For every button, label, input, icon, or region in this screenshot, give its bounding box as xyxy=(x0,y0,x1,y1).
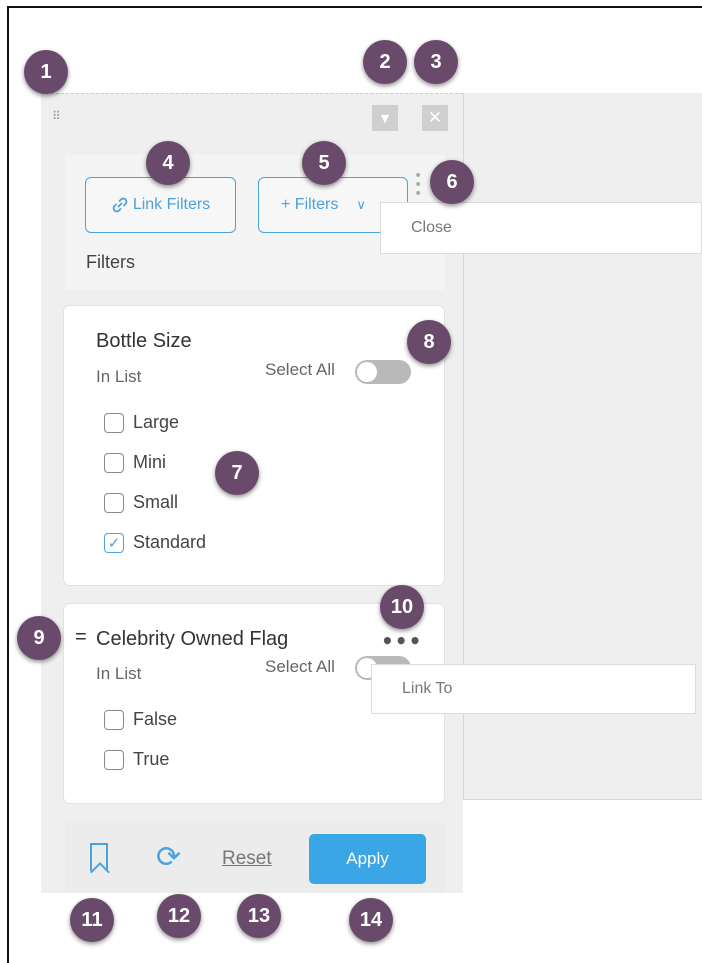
link-to-label: Link To xyxy=(402,680,453,697)
checkbox[interactable] xyxy=(104,412,124,433)
filter-title: Bottle Size xyxy=(96,330,192,352)
callout-badge: 13 xyxy=(237,894,281,938)
checkbox-label: Standard xyxy=(133,532,207,552)
select-all-label: Select All xyxy=(265,657,335,676)
callout-badge: 14 xyxy=(349,898,393,942)
link-icon xyxy=(112,197,128,213)
filter-title: Celebrity Owned Flag xyxy=(96,628,289,650)
link-filters-label: Link Filters xyxy=(132,196,211,213)
link-to-menu-item[interactable]: Link To xyxy=(371,664,696,714)
reset-link[interactable]: Reset xyxy=(222,848,272,870)
vertical-dots-icon[interactable]: • • • xyxy=(414,169,422,201)
callout-badge: 8 xyxy=(407,320,451,364)
callout-badge: 6 xyxy=(430,160,474,204)
checkbox[interactable] xyxy=(104,709,124,730)
checkbox-option[interactable]: False xyxy=(104,709,177,730)
callout-badge: 9 xyxy=(17,616,61,660)
checkbox-label: Small xyxy=(133,492,179,512)
checkbox-label: False xyxy=(133,709,178,729)
apply-button[interactable]: Apply xyxy=(309,834,426,884)
panel-close-button[interactable]: ✕ xyxy=(422,105,448,131)
add-filters-label: + Filters xyxy=(281,196,339,213)
checkbox[interactable] xyxy=(104,452,124,473)
callout-badge: 7 xyxy=(215,451,259,495)
callout-badge: 3 xyxy=(414,40,458,84)
bookmark-icon[interactable] xyxy=(90,843,108,871)
filter-operator: In List xyxy=(96,664,142,683)
callout-badge: 12 xyxy=(157,894,201,938)
checkbox-option[interactable]: ✓ Standard xyxy=(104,532,206,553)
checkmark-icon: ✓ xyxy=(107,533,121,552)
horizontal-dots-icon[interactable]: ••• xyxy=(381,631,422,651)
checkbox-checked[interactable]: ✓ xyxy=(104,532,124,553)
select-all-label: Select All xyxy=(265,360,335,379)
grip-dots-icon[interactable]: ⠿ xyxy=(52,110,68,126)
checkbox-option[interactable]: True xyxy=(104,749,169,770)
filter-operator: In List xyxy=(96,367,142,386)
callout-badge: 10 xyxy=(380,585,424,629)
close-x-icon: ✕ xyxy=(427,108,443,128)
checkbox-label: True xyxy=(133,749,170,769)
callout-badge: 11 xyxy=(70,898,114,942)
caret-down-icon: ▼ xyxy=(380,111,390,125)
callout-badge: 4 xyxy=(146,141,190,185)
link-filters-button[interactable]: Link Filters xyxy=(85,177,236,233)
filters-title: Filters xyxy=(86,252,135,272)
callout-badge: 5 xyxy=(302,141,346,185)
checkbox[interactable] xyxy=(104,749,124,770)
callout-badge: 1 xyxy=(24,50,68,94)
refresh-icon[interactable]: ⟳ xyxy=(156,840,181,875)
chevron-down-icon: ∨ xyxy=(356,197,366,213)
checkbox-label: Mini xyxy=(133,452,167,472)
checkbox-option[interactable]: Small xyxy=(104,492,178,513)
checkbox-option[interactable]: Large xyxy=(104,412,179,433)
panel-dropdown-button[interactable]: ▼ xyxy=(372,105,398,131)
checkbox-option[interactable]: Mini xyxy=(104,452,166,473)
checkbox[interactable] xyxy=(104,492,124,513)
select-all-toggle[interactable] xyxy=(355,360,411,384)
checkbox-label: Large xyxy=(133,412,180,432)
drag-reorder-icon[interactable]: = xyxy=(75,626,87,649)
callout-badge: 2 xyxy=(363,40,407,84)
close-menu-label: Close xyxy=(411,219,452,236)
close-menu-item[interactable]: Close xyxy=(380,202,702,254)
